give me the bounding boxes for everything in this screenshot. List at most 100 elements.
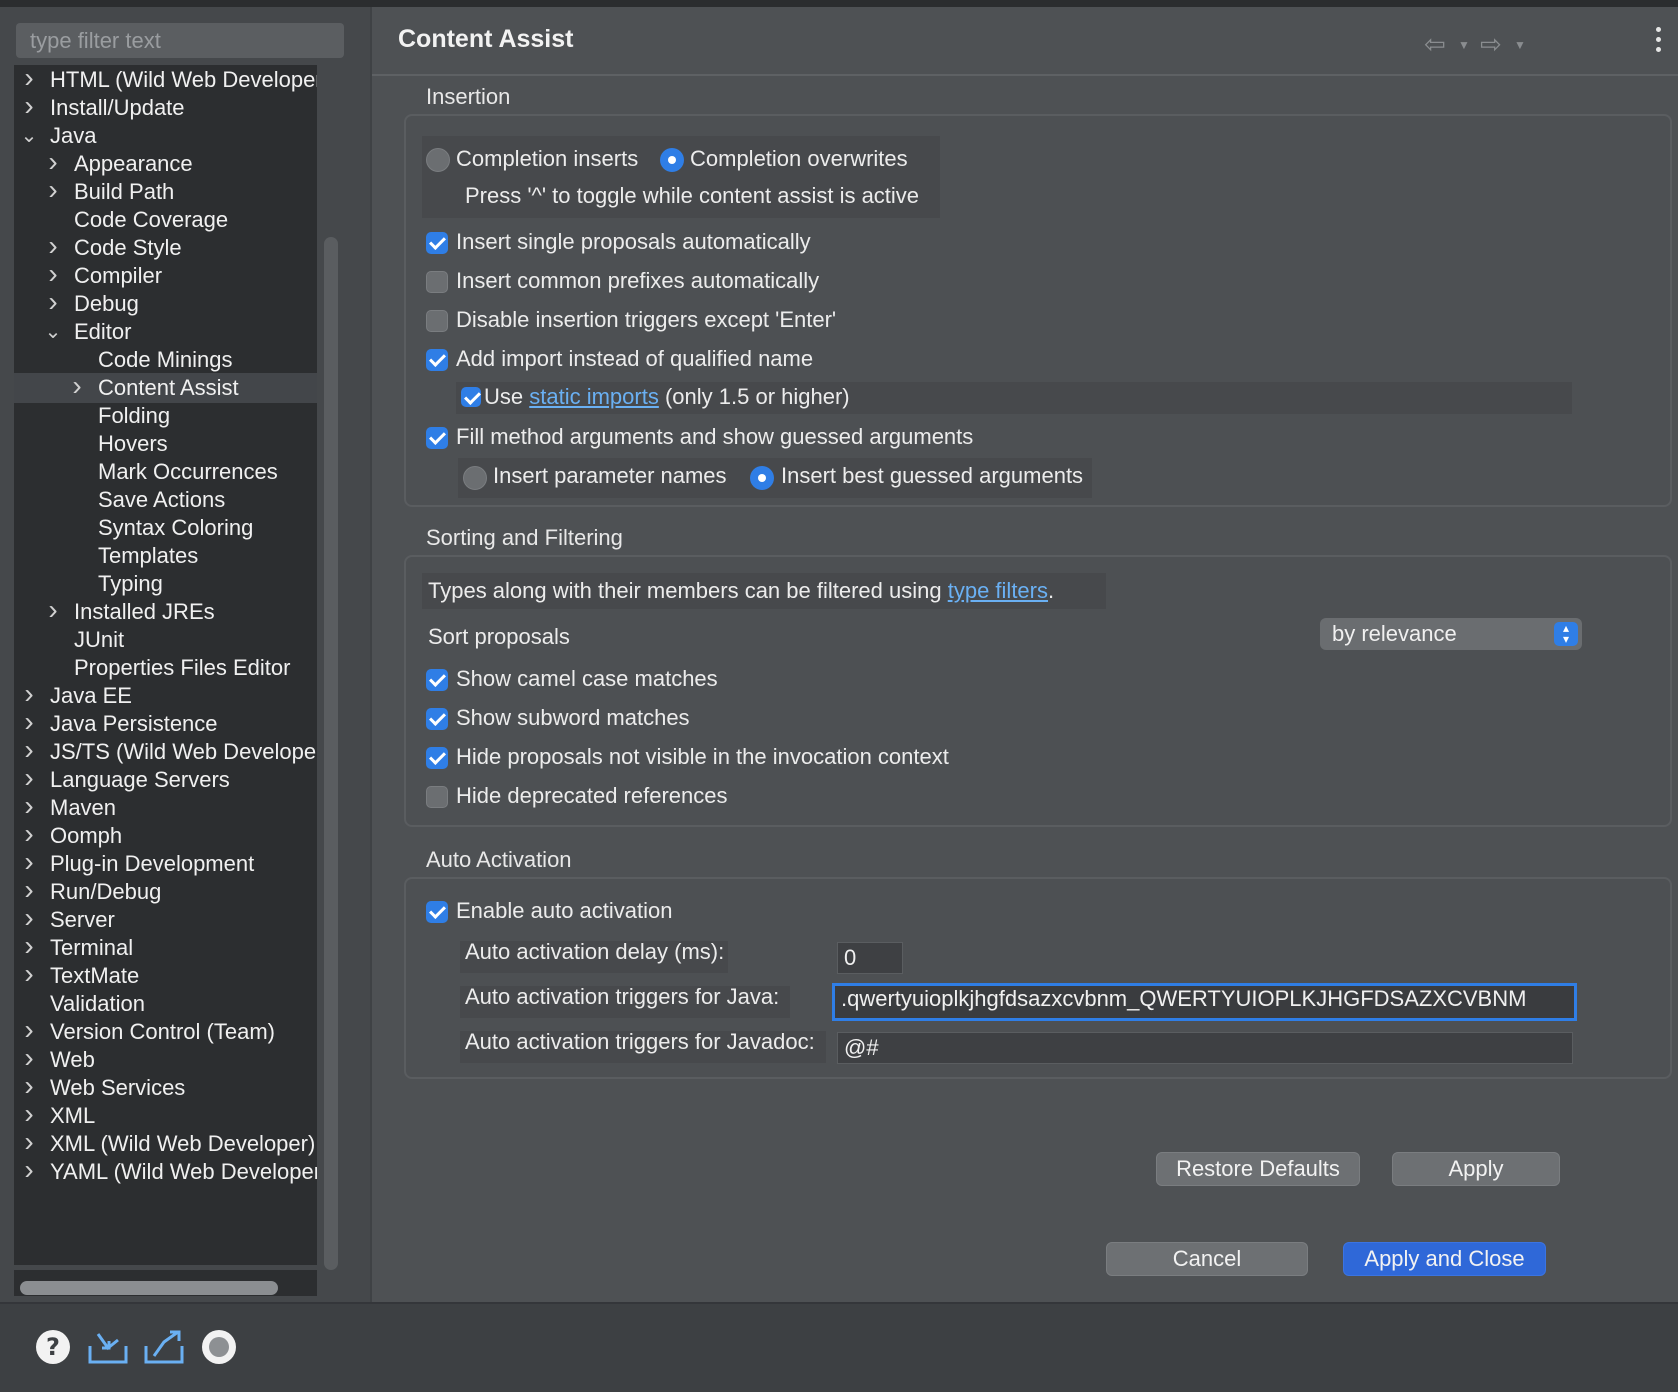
insert-best-guessed-radio[interactable] [750,466,774,490]
tree-item[interactable]: › Language Servers [14,764,317,795]
tree-item[interactable]: Validation [14,989,317,1019]
completion-inserts-radio[interactable] [426,148,450,172]
tree-item[interactable]: › Build Path [14,176,317,207]
fill-method-arguments-label[interactable]: Fill method arguments and show guessed a… [456,424,973,450]
tree-item[interactable]: › Java Persistence [14,708,317,739]
insert-common-prefixes-checkbox[interactable] [426,271,448,293]
tree-item[interactable]: ⌄ Editor [14,317,317,347]
tree-item[interactable]: Code Coverage [14,205,317,235]
delay-input[interactable]: 0 [837,942,903,974]
chevron-right-icon[interactable]: › [44,176,62,207]
tree-item[interactable]: › Content Assist [14,372,317,403]
export-icon[interactable] [142,1328,186,1366]
chevron-right-icon[interactable]: › [20,1156,38,1187]
tree-vertical-scrollbar[interactable] [324,237,338,1270]
disable-insertion-triggers-checkbox[interactable] [426,310,448,332]
enable-auto-activation-checkbox[interactable] [426,901,448,923]
tree-item[interactable]: › Debug [14,288,317,319]
tree-item[interactable]: › Run/Debug [14,876,317,907]
tree-item[interactable]: › Plug-in Development [14,848,317,879]
tree-item[interactable]: › Terminal [14,932,317,963]
tree-item[interactable]: › Installed JREs [14,596,317,627]
view-menu-icon[interactable] [1656,27,1662,57]
tree-horizontal-scrollbar[interactable] [20,1281,278,1295]
java-triggers-input[interactable]: .qwertyuioplkjhgfdsazxcvbnm_QWERTYUIOPLK… [832,983,1577,1021]
back-dropdown-icon[interactable]: ▼ [1458,38,1470,52]
tree-item[interactable]: › Web Services [14,1072,317,1103]
tree-item[interactable]: › Compiler [14,260,317,291]
tree-item[interactable]: Code Minings [14,345,317,375]
enable-auto-activation-label[interactable]: Enable auto activation [456,898,673,924]
insert-single-proposals-checkbox[interactable] [426,232,448,254]
tree-item[interactable]: Save Actions [14,485,317,515]
completion-inserts-label[interactable]: Completion inserts [456,146,638,172]
tree-item[interactable]: › JS/TS (Wild Web Developer) [14,736,317,767]
chevron-right-icon[interactable]: › [20,92,38,123]
static-imports-link[interactable]: static imports [529,384,659,409]
add-import-checkbox[interactable] [426,349,448,371]
tree-item[interactable]: Hovers [14,429,317,459]
chevron-right-icon[interactable]: › [68,372,86,403]
tree-item[interactable]: Templates [14,541,317,571]
fill-method-arguments-checkbox[interactable] [426,427,448,449]
tree-item[interactable]: › Maven [14,792,317,823]
subword-checkbox[interactable] [426,708,448,730]
tree-item[interactable]: Typing [14,569,317,599]
hide-deprecated-label[interactable]: Hide deprecated references [456,783,728,809]
tree-item[interactable]: Folding [14,401,317,431]
insert-single-proposals-label[interactable]: Insert single proposals automatically [456,229,811,255]
type-filters-link[interactable]: type filters [948,578,1048,603]
hide-deprecated-checkbox[interactable] [426,786,448,808]
tree-item[interactable]: Syntax Coloring [14,513,317,543]
tree-item[interactable]: ⌄ Java [14,121,317,151]
chevron-right-icon[interactable]: › [44,288,62,319]
cancel-button[interactable]: Cancel [1106,1242,1308,1276]
record-icon[interactable] [200,1328,238,1366]
apply-and-close-button[interactable]: Apply and Close [1343,1242,1546,1276]
insert-parameter-names-radio[interactable] [463,466,487,490]
tree-item[interactable]: › Web [14,1044,317,1075]
help-icon[interactable]: ? [34,1328,72,1366]
tree-item[interactable]: › XML (Wild Web Developer) [14,1128,317,1159]
tree-item[interactable]: › TextMate [14,960,317,991]
add-import-label[interactable]: Add import instead of qualified name [456,346,813,372]
hide-not-visible-checkbox[interactable] [426,747,448,769]
use-static-imports-checkbox[interactable] [461,387,481,407]
forward-dropdown-icon[interactable]: ▼ [1514,38,1526,52]
import-icon[interactable] [86,1328,130,1366]
forward-arrow-icon[interactable]: ⇨ [1480,29,1502,60]
camel-case-checkbox[interactable] [426,669,448,691]
chevron-down-icon[interactable]: ⌄ [44,317,62,347]
insert-common-prefixes-label[interactable]: Insert common prefixes automatically [456,268,819,294]
sort-proposals-select[interactable]: by relevance ▴ ▾ [1320,618,1582,650]
tree-item[interactable]: › Oomph [14,820,317,851]
tree-item[interactable]: › Version Control (Team) [14,1016,317,1047]
completion-overwrites-label[interactable]: Completion overwrites [690,146,908,172]
chevron-right-icon[interactable]: › [20,960,38,991]
camel-case-label[interactable]: Show camel case matches [456,666,718,692]
tree-item[interactable]: › YAML (Wild Web Developer) [14,1156,317,1187]
insert-parameter-names-label[interactable]: Insert parameter names [493,463,727,489]
subword-label[interactable]: Show subword matches [456,705,690,731]
tree-item[interactable]: › Appearance [14,148,317,179]
tree-item[interactable]: › Install/Update [14,92,317,123]
tree-item[interactable]: › HTML (Wild Web Developer) [14,65,317,95]
chevron-down-icon[interactable]: ⌄ [20,121,38,151]
back-arrow-icon[interactable]: ⇦ [1424,29,1446,60]
tree-item[interactable]: › XML [14,1100,317,1131]
tree-item[interactable]: Properties Files Editor [14,653,317,683]
disable-insertion-triggers-label[interactable]: Disable insertion triggers except 'Enter… [456,307,836,333]
insert-best-guessed-label[interactable]: Insert best guessed arguments [781,463,1083,489]
javadoc-triggers-input[interactable]: @# [837,1032,1573,1064]
chevron-right-icon[interactable]: › [44,596,62,627]
tree-item[interactable]: › Java EE [14,680,317,711]
hide-not-visible-label[interactable]: Hide proposals not visible in the invoca… [456,744,949,770]
tree-item[interactable]: JUnit [14,625,317,655]
apply-button[interactable]: Apply [1392,1152,1560,1186]
filter-input[interactable] [16,23,344,58]
tree-item[interactable]: › Code Style [14,232,317,263]
restore-defaults-button[interactable]: Restore Defaults [1156,1152,1360,1186]
completion-overwrites-radio[interactable] [660,148,684,172]
tree-item[interactable]: › Server [14,904,317,935]
tree-item[interactable]: Mark Occurrences [14,457,317,487]
